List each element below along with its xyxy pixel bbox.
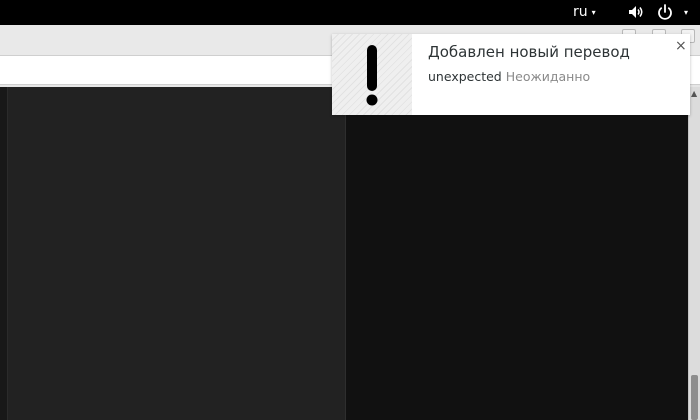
language-label: ru xyxy=(573,4,588,20)
power-menu-chevron-icon[interactable]: ▾ xyxy=(684,8,688,17)
right-pane[interactable] xyxy=(346,87,688,420)
keyboard-language-menu[interactable]: ru ▾ xyxy=(573,4,596,20)
top-panel: ru ▾ ▾ xyxy=(0,0,700,25)
close-icon[interactable]: × xyxy=(675,39,687,53)
left-pane[interactable] xyxy=(8,87,346,420)
exclamation-icon xyxy=(366,45,378,106)
left-gutter xyxy=(0,87,8,420)
notification-icon-area xyxy=(332,34,412,115)
scroll-thumb[interactable] xyxy=(691,375,698,420)
chevron-down-icon: ▾ xyxy=(591,7,596,17)
notification-popup[interactable]: Добавлен новый перевод unexpected Неожид… xyxy=(332,34,690,115)
scroll-up-icon[interactable]: ▲ xyxy=(691,89,697,98)
translation-word: Неожиданно xyxy=(505,69,591,84)
notification-body: unexpected Неожиданно xyxy=(428,69,590,84)
source-word: unexpected xyxy=(428,69,502,84)
speaker-volume-icon[interactable] xyxy=(627,3,645,21)
power-icon[interactable] xyxy=(656,3,674,21)
vertical-scrollbar[interactable]: ▲ xyxy=(688,87,700,420)
notification-title: Добавлен новый перевод xyxy=(428,43,630,61)
window-content: ▲ xyxy=(0,87,700,420)
